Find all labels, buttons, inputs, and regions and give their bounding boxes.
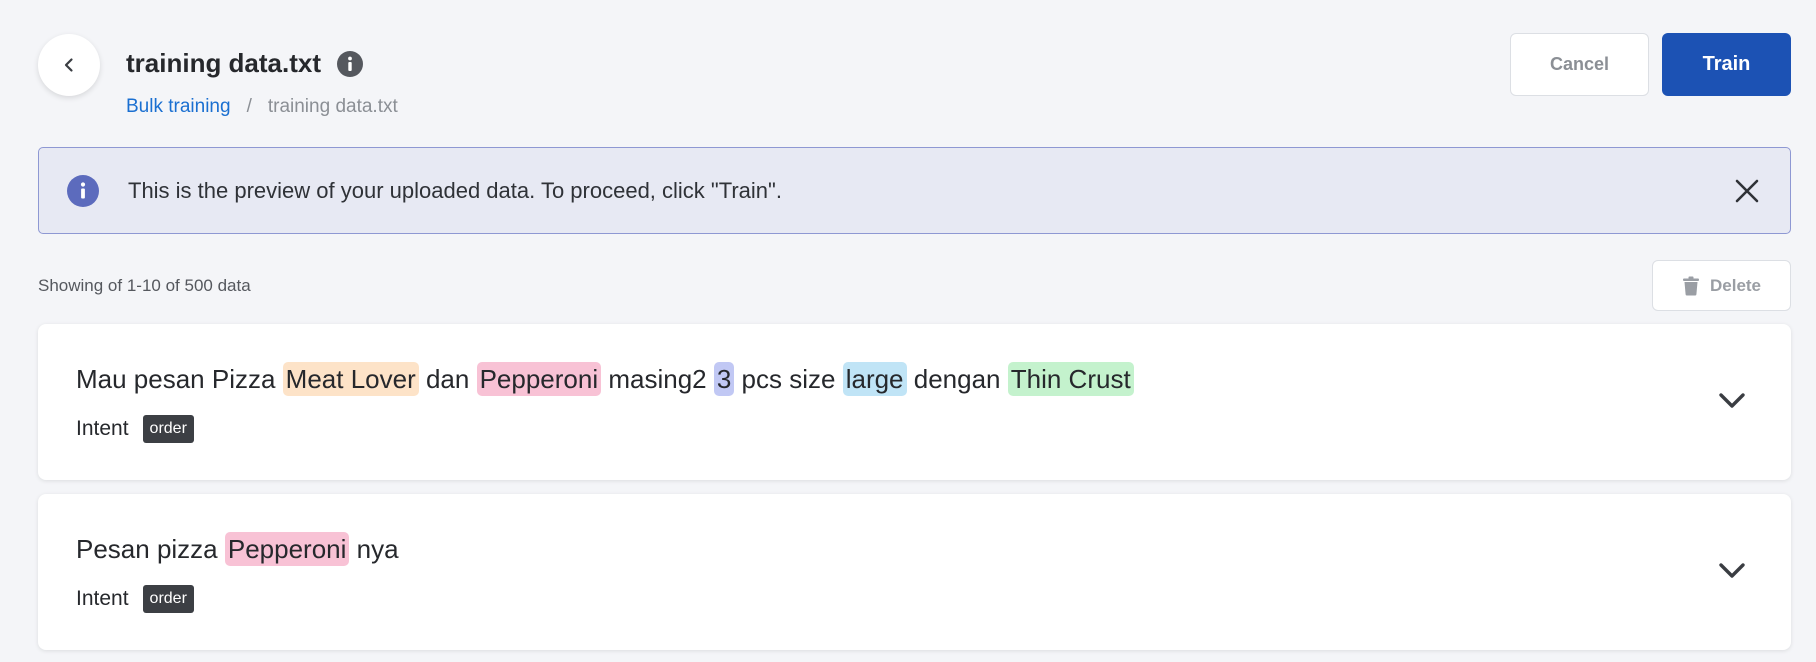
- training-sentence: Pesan pizza Pepperoni nya: [76, 532, 399, 566]
- sentence-text: dengan: [906, 364, 1008, 394]
- trash-icon: [1682, 276, 1699, 295]
- breadcrumb-current: training data.txt: [267, 96, 398, 117]
- info-icon: [67, 174, 99, 207]
- chevron-left-icon: [64, 58, 73, 72]
- title-row: training data.txt: [126, 48, 364, 79]
- cancel-button[interactable]: Cancel: [1510, 33, 1649, 96]
- breadcrumb-link-bulk-training[interactable]: Bulk training: [126, 96, 231, 118]
- sentence-text: masing2: [601, 364, 714, 394]
- entity-tag: Meat Lover: [282, 362, 419, 396]
- sentence-text: dan: [418, 364, 477, 394]
- intent-badge: order: [142, 585, 194, 613]
- sentence-text: Mau pesan Pizza: [76, 364, 283, 394]
- page-title: training data.txt: [126, 48, 322, 78]
- breadcrumb: Bulk training / training data.txt: [126, 96, 398, 118]
- banner-message: This is the preview of your uploaded dat…: [128, 177, 782, 203]
- intent-label: Intent: [76, 587, 129, 610]
- entity-tag: 3: [713, 362, 735, 396]
- training-sentence: Mau pesan Pizza Meat Lover dan Pepperoni…: [76, 362, 1134, 396]
- sentence-text: pcs size: [734, 364, 843, 394]
- back-button[interactable]: [38, 34, 100, 96]
- intent-label: Intent: [76, 417, 129, 440]
- delete-label: Delete: [1709, 275, 1762, 295]
- training-item: Mau pesan Pizza Meat Lover dan Pepperoni…: [38, 324, 1791, 480]
- chevron-down-icon[interactable]: [1715, 386, 1749, 416]
- train-button[interactable]: Train: [1662, 33, 1791, 96]
- close-icon[interactable]: [1730, 174, 1764, 208]
- intent-row: Intent order: [76, 585, 194, 613]
- info-icon[interactable]: [337, 50, 364, 77]
- intent-badge: order: [142, 415, 194, 443]
- intent-row: Intent order: [76, 415, 194, 443]
- pagination-summary: Showing of 1-10 of 500 data: [38, 276, 251, 295]
- training-item: Pesan pizza Pepperoni nya Intent order: [38, 494, 1791, 650]
- delete-button[interactable]: Delete: [1652, 260, 1791, 311]
- breadcrumb-separator: /: [246, 96, 252, 117]
- sentence-text: Pesan pizza: [76, 534, 225, 564]
- sentence-text: nya: [349, 534, 399, 564]
- info-banner: This is the preview of your uploaded dat…: [38, 147, 1791, 234]
- chevron-down-icon[interactable]: [1715, 556, 1749, 586]
- entity-tag: large: [842, 362, 907, 396]
- entity-tag: Pepperoni: [224, 532, 350, 566]
- page: training data.txt Bulk training / traini…: [0, 0, 1816, 662]
- entity-tag: Pepperoni: [476, 362, 602, 396]
- entity-tag: Thin Crust: [1007, 362, 1134, 396]
